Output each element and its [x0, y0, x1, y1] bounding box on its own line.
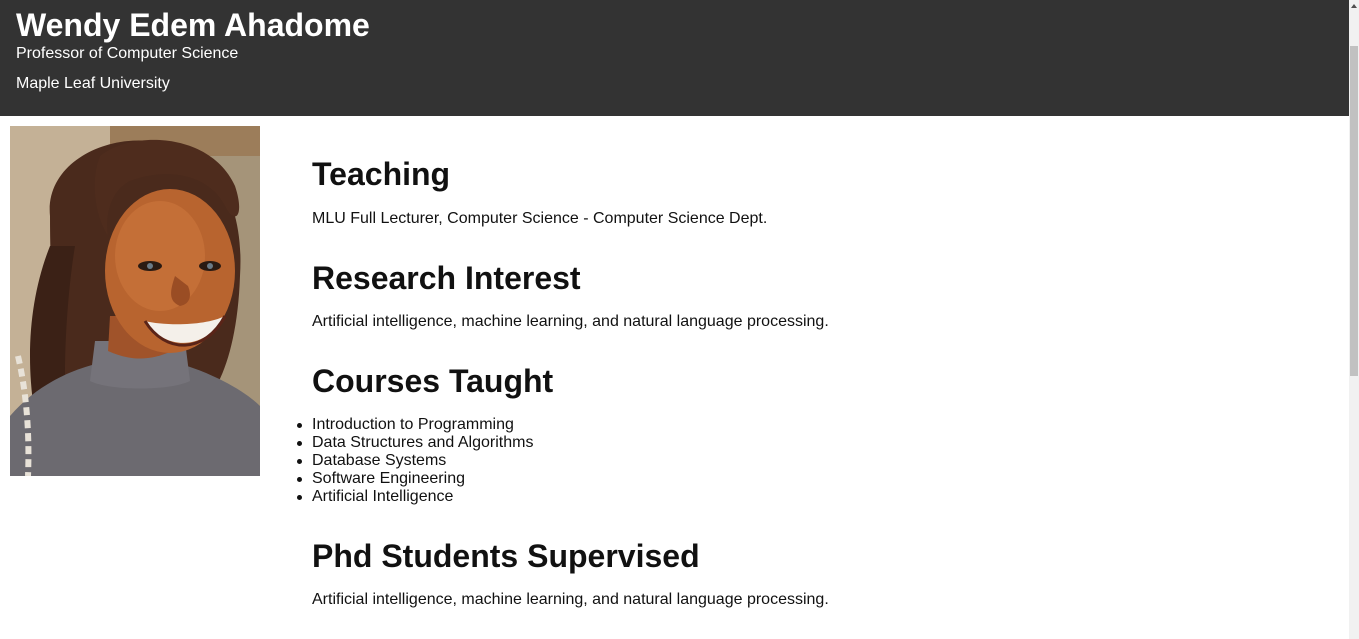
research-heading: Research Interest: [312, 260, 581, 296]
list-item: Introduction to Programming: [296, 416, 533, 434]
vertical-scrollbar[interactable]: [1349, 0, 1359, 639]
courses-heading: Courses Taught: [312, 363, 554, 399]
teaching-heading: Teaching: [312, 156, 451, 192]
teaching-text: MLU Full Lecturer, Computer Science - Co…: [312, 210, 768, 227]
phd-text: Artificial intelligence, machine learnin…: [312, 591, 829, 608]
page: Wendy Edem Ahadome Professor of Computer…: [0, 0, 1359, 639]
courses-list: Introduction to Programming Data Structu…: [296, 416, 534, 506]
university-name: Maple Leaf University: [16, 75, 170, 92]
professor-title: Professor of Computer Science: [16, 45, 239, 62]
list-item: Data Structures and Algorithms: [296, 434, 534, 451]
phd-heading: Phd Students Supervised: [312, 538, 700, 574]
scrollbar-thumb[interactable]: [1350, 46, 1358, 376]
list-item: Database Systems: [296, 452, 533, 470]
list-item: Artificial Intelligence: [296, 488, 533, 506]
scroll-up-icon[interactable]: [1351, 4, 1357, 8]
list-item: Software Engineering: [296, 470, 533, 488]
page-header: Wendy Edem Ahadome Professor of Computer…: [0, 0, 1349, 116]
professor-name: Wendy Edem Ahadome: [16, 7, 370, 43]
profile-photo: [10, 126, 260, 476]
research-text: Artificial intelligence, machine learnin…: [312, 313, 829, 330]
